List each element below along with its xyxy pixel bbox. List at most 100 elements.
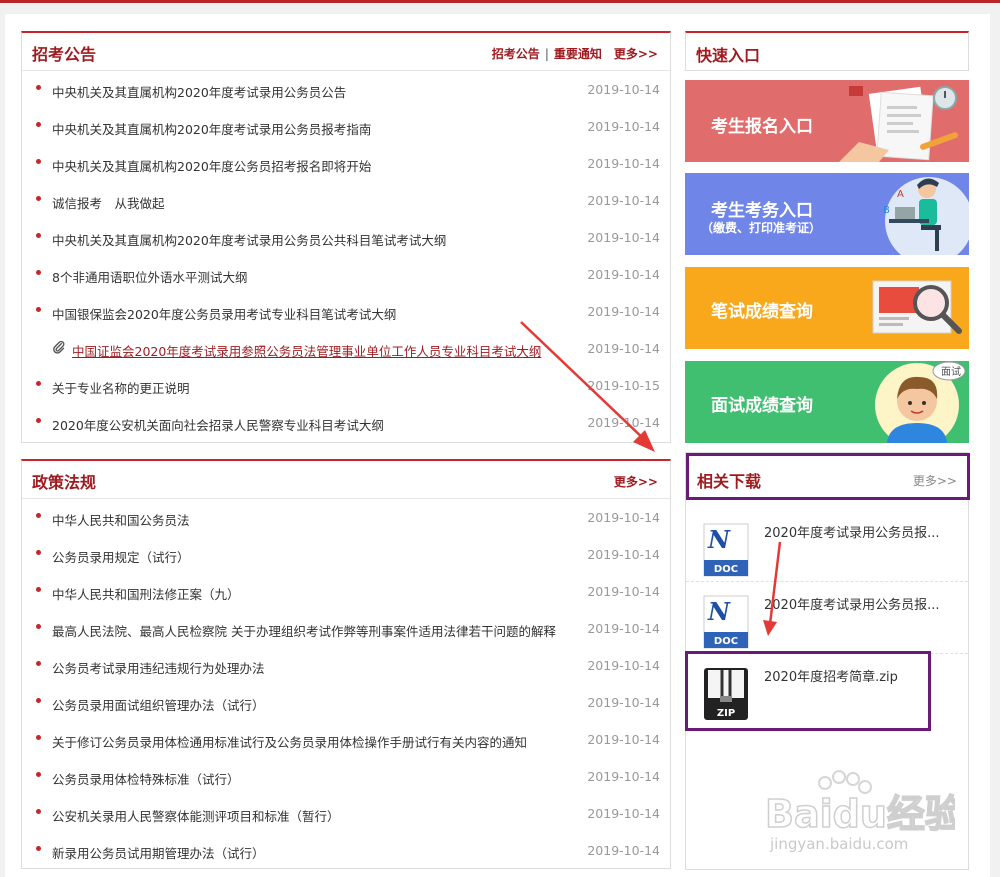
policy-link[interactable]: 中华人民共和国公务员法: [52, 510, 190, 529]
bullet-icon: [36, 772, 41, 777]
bullet-icon: [36, 661, 41, 666]
bullet-icon: [36, 809, 41, 814]
bullet-icon: [36, 122, 41, 127]
bullet-icon: [36, 307, 41, 312]
download-item[interactable]: N DOC 2020年度考试录用公务员报...: [686, 510, 968, 582]
quick-panel: 快速入口: [685, 31, 969, 71]
notice-link[interactable]: 中央机关及其直属机构2020年度考试录用公务员公告: [52, 82, 346, 101]
notice-date: 2019-10-14: [587, 82, 660, 97]
policy-date: 2019-10-14: [587, 547, 660, 562]
top-accent-line: [0, 0, 1000, 3]
bullet-icon: [36, 85, 41, 90]
registration-form-icon: [839, 86, 958, 162]
notice-link[interactable]: 诚信报考 从我做起: [52, 193, 165, 212]
list-item: 中央机关及其直属机构2020年度考试录用公务员报考指南 2019-10-14: [32, 109, 660, 146]
interview-score-entry-button[interactable]: 面试成绩查询 面试: [685, 361, 969, 443]
bullet-icon: [36, 233, 41, 238]
paperclip-icon: [53, 340, 65, 354]
policy-link[interactable]: 新录用公务员试用期管理办法（试行）: [52, 843, 265, 862]
notice-date: 2019-10-14: [587, 156, 660, 171]
list-item: 公务员录用体检特殊标准（试行） 2019-10-14: [32, 759, 660, 796]
notice-link[interactable]: 中央机关及其直属机构2020年度公务员招考报名即将开始: [52, 156, 371, 175]
notice-date: 2019-10-14: [587, 119, 660, 134]
tab-important[interactable]: 重要通知: [554, 47, 602, 61]
download-filename[interactable]: 2020年度考试录用公务员报...: [764, 522, 954, 541]
zip-highlight-box: [685, 651, 931, 731]
policy-date: 2019-10-14: [587, 584, 660, 599]
policy-link[interactable]: 中华人民共和国刑法修正案（九）: [52, 584, 240, 603]
list-item: 公务员录用面试组织管理办法（试行） 2019-10-14: [32, 685, 660, 722]
notices-header: 招考公告 招考公告 | 重要通知 更多>>: [22, 33, 670, 71]
downloads-header-highlight: 相关下载 更多>>: [686, 453, 970, 500]
policy-date: 2019-10-14: [587, 732, 660, 747]
bullet-icon: [36, 735, 41, 740]
policy-more-link[interactable]: 更多>>: [614, 475, 658, 489]
quick-title: 快速入口: [696, 46, 761, 65]
tab-notices[interactable]: 招考公告: [492, 47, 540, 61]
download-filename[interactable]: 2020年度考试录用公务员报...: [764, 594, 954, 613]
notices-more-link[interactable]: 更多>>: [614, 47, 658, 61]
doc-type-label: DOC: [714, 636, 738, 647]
notice-link-hovered[interactable]: 中国证监会2020年度考试录用参照公务员法管理事业单位工作人员专业科目考试大纲: [72, 341, 541, 360]
policy-link[interactable]: 公务员录用体检特殊标准（试行）: [52, 769, 240, 788]
magnifier-chart-icon: [872, 280, 962, 334]
list-item: 中华人民共和国刑法修正案（九） 2019-10-14: [32, 574, 660, 611]
bullet-icon: [36, 587, 41, 592]
list-item: 最高人民法院、最高人民检察院 关于办理组织考试作弊等刑事案件适用法律若干问题的解…: [32, 611, 660, 648]
downloads-title: 相关下载: [697, 472, 762, 491]
register-entry-button[interactable]: 考生报名入口: [685, 80, 969, 162]
list-item: 公安机关录用人民警察体能测评项目和标准（暂行） 2019-10-14: [32, 796, 660, 833]
bullet-icon: [36, 550, 41, 555]
list-item: 中央机关及其直属机构2020年度考试录用公务员公共科目笔试考试大纲 2019-10…: [32, 220, 660, 257]
list-item: 关于修订公务员录用体检通用标准试行及公务员录用体检操作手册试行有关内容的通知 20…: [32, 722, 660, 759]
notice-link[interactable]: 8个非通用语职位外语水平测试大纲: [52, 267, 247, 286]
notice-date: 2019-10-14: [587, 304, 660, 319]
interview-score-entry-label: 面试成绩查询: [711, 396, 813, 416]
notice-link[interactable]: 中国银保监会2020年度公务员录用考试专业科目笔试考试大纲: [52, 304, 396, 323]
policy-date: 2019-10-14: [587, 843, 660, 858]
list-item: 8个非通用语职位外语水平测试大纲 2019-10-14: [32, 257, 660, 294]
policy-link[interactable]: 公务员录用面试组织管理办法（试行）: [52, 695, 265, 714]
bullet-icon: [36, 698, 41, 703]
policy-link[interactable]: 最高人民法院、最高人民检察院 关于办理组织考试作弊等刑事案件适用法律若干问题的解…: [52, 621, 556, 640]
notice-date: 2019-10-14: [587, 230, 660, 245]
policy-date: 2019-10-14: [587, 658, 660, 673]
exam-affairs-entry-sublabel: （缴费、打印准考证）: [701, 221, 822, 235]
bullet-icon: [36, 624, 41, 629]
notices-title: 招考公告: [32, 45, 97, 64]
list-item: 新录用公务员试用期管理办法（试行） 2019-10-14: [32, 833, 660, 870]
watermark-brand: Baidu经验: [765, 792, 955, 836]
doc-file-icon: N DOC: [703, 595, 749, 649]
student-desk-icon: A B: [883, 177, 969, 255]
list-item: 中央机关及其直属机构2020年度公务员招考报名即将开始 2019-10-14: [32, 146, 660, 183]
policy-link[interactable]: 公务员考试录用违纪违规行为处理办法: [52, 658, 265, 677]
exam-affairs-entry-label: 考生考务入口: [711, 201, 813, 221]
notice-link[interactable]: 中央机关及其直属机构2020年度考试录用公务员公共科目笔试考试大纲: [52, 230, 446, 249]
svg-text:N: N: [707, 525, 731, 554]
exam-affairs-entry-button[interactable]: 考生考务入口 （缴费、打印准考证） A B: [685, 173, 969, 255]
notice-link[interactable]: 中央机关及其直属机构2020年度考试录用公务员报考指南: [52, 119, 371, 138]
policy-link[interactable]: 关于修订公务员录用体检通用标准试行及公务员录用体检操作手册试行有关内容的通知: [52, 732, 527, 751]
written-score-entry-button[interactable]: 笔试成绩查询: [685, 267, 969, 349]
bullet-icon: [36, 513, 41, 518]
list-item: 诚信报考 从我做起 2019-10-14: [32, 183, 660, 220]
policy-date: 2019-10-14: [587, 769, 660, 784]
doc-type-label: DOC: [714, 564, 738, 575]
policy-date: 2019-10-14: [587, 621, 660, 636]
bullet-icon: [36, 381, 41, 386]
list-item: 公务员考试录用违纪违规行为处理办法 2019-10-14: [32, 648, 660, 685]
notice-date: 2019-10-14: [587, 193, 660, 208]
policy-link[interactable]: 公安机关录用人民警察体能测评项目和标准（暂行）: [52, 806, 340, 825]
register-entry-label: 考生报名入口: [711, 117, 813, 137]
notice-link[interactable]: 2020年度公安机关面向社会招录人民警察专业科目考试大纲: [52, 415, 384, 434]
notice-date: 2019-10-14: [587, 267, 660, 282]
downloads-more-link[interactable]: 更多>>: [913, 472, 957, 489]
links-separator: |: [544, 47, 549, 61]
download-item[interactable]: N DOC 2020年度考试录用公务员报...: [686, 582, 968, 654]
svg-text:N: N: [707, 597, 731, 626]
bullet-icon: [36, 270, 41, 275]
interview-badge: 面试: [941, 367, 961, 378]
policy-list: 中华人民共和国公务员法 2019-10-14 公务员录用规定（试行） 2019-10…: [32, 500, 660, 870]
policy-link[interactable]: 公务员录用规定（试行）: [52, 547, 190, 566]
notice-link[interactable]: 关于专业名称的更正说明: [52, 378, 190, 397]
